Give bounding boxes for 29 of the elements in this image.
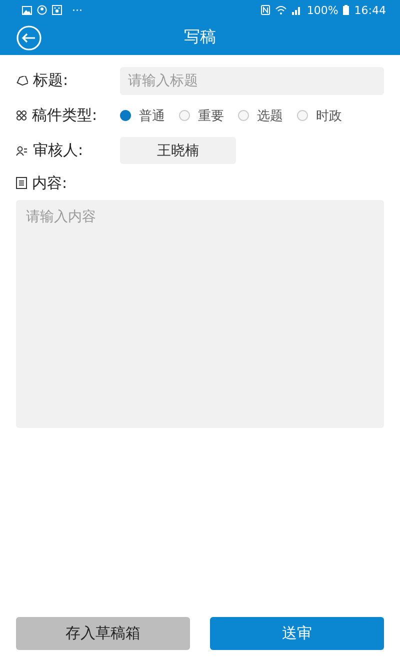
grid-icon [16, 110, 27, 121]
radio-indicator[interactable] [238, 110, 249, 121]
nfc-icon [260, 5, 270, 15]
more-indicator: ··· [72, 4, 82, 16]
clock: 16:44 [354, 4, 386, 16]
field-label: 内容: [32, 174, 68, 192]
radio-indicator[interactable] [179, 110, 190, 121]
back-button[interactable] [16, 24, 42, 50]
content-textarea[interactable]: 请输入内容 [16, 200, 384, 428]
submit-button[interactable]: 送审 [210, 617, 384, 650]
signal-icon [292, 5, 302, 15]
field-label: 审核人: [33, 141, 84, 160]
battery-icon [343, 5, 350, 15]
draft-button[interactable]: 存入草稿箱 [16, 617, 190, 650]
field-label: 标题: [33, 71, 68, 90]
wifi-icon [274, 5, 287, 15]
document-icon [16, 177, 27, 189]
radio-option[interactable]: 时政 [297, 106, 342, 124]
reviewer-selector[interactable]: 王晓楠 [120, 137, 236, 164]
battery-level: 100% [306, 4, 338, 16]
radio-option[interactable]: 重要 [179, 106, 224, 124]
image-icon [22, 6, 32, 14]
radio-option[interactable]: 普通 [120, 106, 165, 124]
radio-indicator[interactable] [120, 110, 131, 121]
title-input[interactable]: 请输入标题 [120, 66, 384, 94]
radio-indicator[interactable] [297, 110, 308, 121]
page-title: 写稿 [184, 27, 216, 48]
field-label: 稿件类型: [32, 106, 98, 125]
radio-option[interactable]: 选题 [238, 106, 283, 124]
